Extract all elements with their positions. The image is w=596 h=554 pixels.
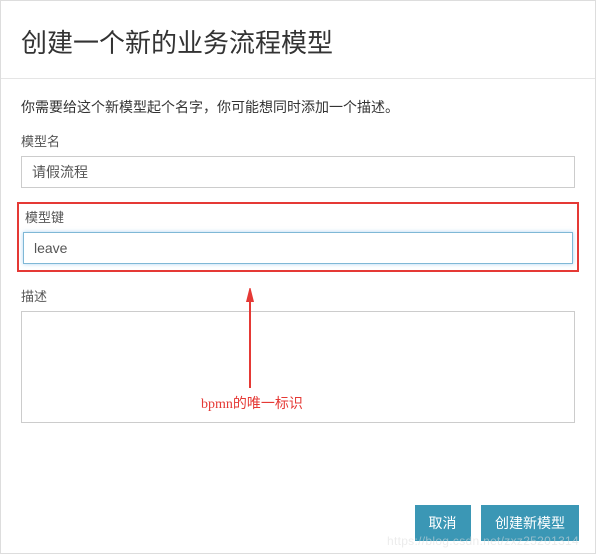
model-key-group: 模型键	[17, 202, 579, 272]
model-key-input[interactable]	[23, 232, 573, 264]
dialog-instruction: 你需要给这个新模型起个名字，你可能想同时添加一个描述。	[21, 97, 575, 117]
dialog-title: 创建一个新的业务流程模型	[21, 23, 575, 60]
model-key-label: 模型键	[25, 207, 573, 226]
model-name-group: 模型名	[21, 131, 575, 188]
dialog-footer: 取消 创建新模型	[409, 505, 579, 541]
create-button[interactable]: 创建新模型	[481, 505, 579, 541]
model-desc-label: 描述	[21, 286, 575, 305]
create-model-dialog: 创建一个新的业务流程模型 你需要给这个新模型起个名字，你可能想同时添加一个描述。…	[0, 0, 596, 554]
model-name-input[interactable]	[21, 156, 575, 188]
dialog-header: 创建一个新的业务流程模型	[1, 1, 595, 79]
cancel-button[interactable]: 取消	[415, 505, 471, 541]
model-name-label: 模型名	[21, 131, 575, 150]
annotation-text: bpmn的唯一标识	[201, 393, 303, 413]
